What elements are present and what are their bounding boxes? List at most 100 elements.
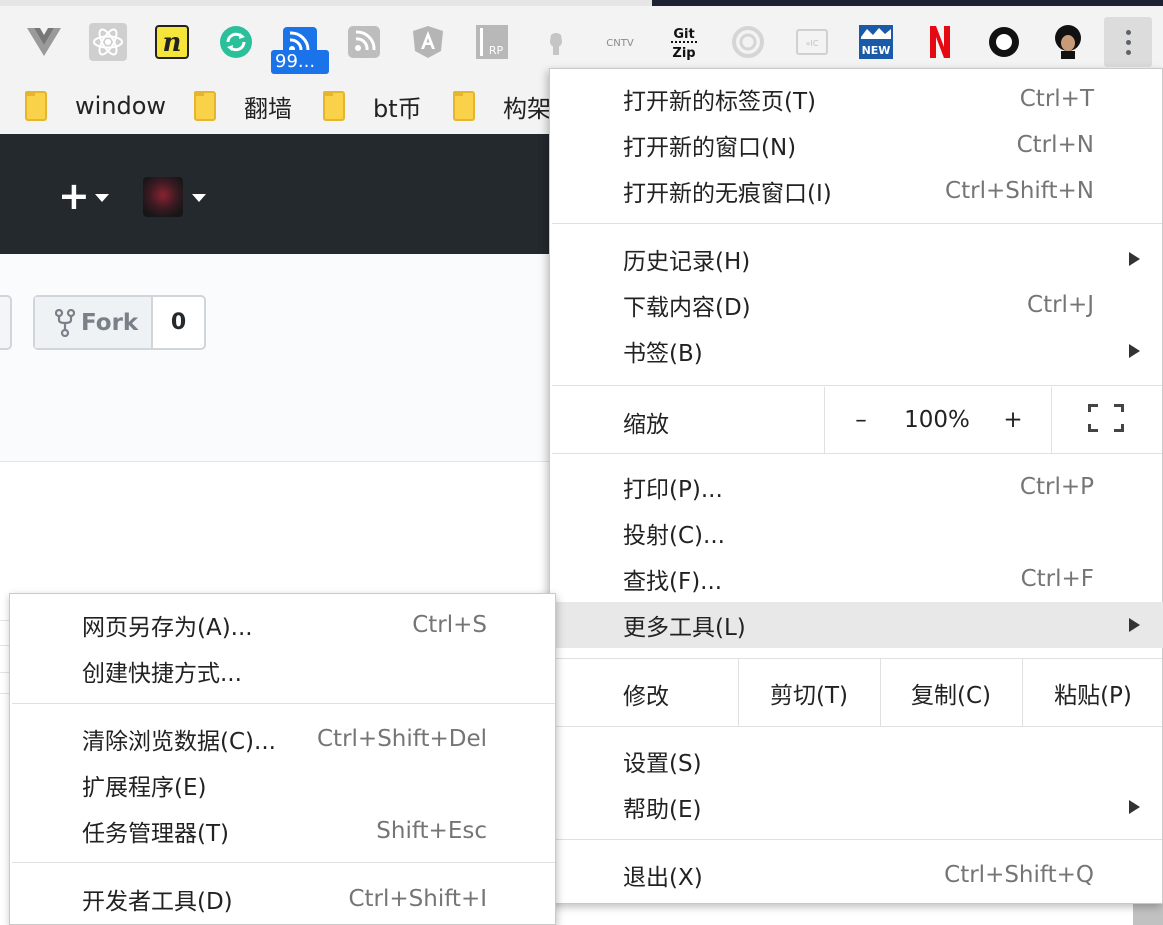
fork-count[interactable]: 0 [153, 297, 204, 348]
avatar-ext-icon[interactable] [1048, 22, 1088, 62]
zoom-level: 100% [904, 407, 970, 433]
bookmark-goujia[interactable]: 构架 [453, 91, 551, 123]
menu-item-shortcut: Ctrl+Shift+I [348, 886, 487, 912]
zoom-in-button[interactable]: + [992, 387, 1034, 453]
bookmark-btbi[interactable]: bt币 [323, 91, 422, 123]
menu-item-settings[interactable]: 设置(S) [550, 738, 1163, 784]
menu-item-print[interactable]: 打印(P)... Ctrl+P [550, 464, 1163, 510]
folder-icon [194, 91, 216, 121]
zoom-label: 缩放 [623, 412, 669, 438]
menu-item-shortcut: Ctrl+N [1016, 132, 1094, 158]
submenu-item-extensions[interactable]: 扩展程序(E) [10, 762, 557, 808]
menu-item-help[interactable]: 帮助(E) [550, 784, 1163, 830]
bookmark-label: 翻墙 [244, 94, 292, 123]
submenu-item-task-manager[interactable]: 任务管理器(T) Shift+Esc [10, 808, 557, 854]
fork-button[interactable]: Fork 0 [33, 295, 206, 350]
menu-dot [1125, 39, 1131, 45]
chrome-menu-button[interactable] [1104, 17, 1152, 67]
user-avatar[interactable] [143, 177, 183, 217]
scrollbar-thumb[interactable] [1133, 904, 1163, 925]
menu-separator [552, 223, 1162, 224]
folder-icon [323, 91, 345, 121]
menu-item-label: 打开新的标签页(T) [623, 89, 816, 115]
github-octocat-icon[interactable] [536, 22, 576, 62]
menu-item-shortcut: Ctrl+Shift+Q [944, 862, 1094, 888]
menu-item-more-tools[interactable]: 更多工具(L) [550, 602, 1163, 648]
menu-item-label: 扩展程序(E) [82, 775, 207, 801]
menu-item-shortcut: Ctrl+Shift+Del [317, 726, 487, 752]
svg-text:»IC: »IC [806, 39, 819, 48]
circle-icon[interactable] [984, 22, 1024, 62]
zoom-out-button[interactable]: – [840, 387, 882, 453]
create-new-plus-icon[interactable]: + [58, 176, 90, 216]
extension-badge: 99... [271, 50, 329, 74]
notion-n-icon[interactable]: n [152, 22, 192, 62]
menu-dot [1125, 49, 1131, 55]
menu-item-new-window[interactable]: 打开新的窗口(N) Ctrl+N [550, 122, 1163, 168]
submenu-item-dev-tools[interactable]: 开发者工具(D) Ctrl+Shift+I [10, 876, 557, 922]
angular-icon[interactable] [408, 22, 448, 62]
cntv-icon[interactable]: CNTV [600, 22, 640, 62]
star-button-edge[interactable] [0, 295, 12, 350]
fork-button-main[interactable]: Fork [35, 297, 153, 348]
submenu-item-create-shortcut[interactable]: 创建快捷方式... [10, 648, 557, 694]
menu-item-exit[interactable]: 退出(X) Ctrl+Shift+Q [550, 852, 1163, 898]
fullscreen-corner [1088, 404, 1098, 412]
caret-down-icon[interactable] [192, 194, 206, 202]
caret-down-icon[interactable] [95, 194, 109, 202]
menu-separator [12, 703, 555, 704]
new-badge-icon[interactable]: NEW [856, 22, 896, 62]
gitzip-icon[interactable]: Git Zip [664, 22, 704, 62]
cut-button[interactable]: 剪切(T) [739, 659, 879, 726]
menu-item-new-tab[interactable]: 打开新的标签页(T) Ctrl+T [550, 76, 1163, 122]
menu-item-label: 开发者工具(D) [82, 889, 233, 915]
svg-text:Zip: Zip [672, 46, 695, 60]
axure-rp-icon[interactable]: RP [472, 22, 512, 62]
submenu-item-clear-data[interactable]: 清除浏览数据(C)... Ctrl+Shift+Del [10, 716, 557, 762]
bookmark-fanqiang[interactable]: 翻墙 [194, 91, 292, 123]
menu-item-label: 打开新的窗口(N) [623, 135, 797, 161]
feed-reader-icon[interactable] [344, 22, 384, 62]
menu-item-find[interactable]: 查找(F)... Ctrl+F [550, 556, 1163, 602]
submenu-item-save-page[interactable]: 网页另存为(A)... Ctrl+S [10, 602, 557, 648]
spinner-icon[interactable] [728, 22, 768, 62]
menu-separator [552, 453, 1162, 454]
react-devtools-icon[interactable] [88, 22, 128, 62]
menu-item-downloads[interactable]: 下载内容(D) Ctrl+J [550, 282, 1163, 328]
menu-item-shortcut: Ctrl+F [1020, 566, 1094, 592]
bookmark-label: bt币 [373, 94, 422, 123]
menu-item-label: 任务管理器(T) [82, 821, 229, 847]
menu-separator [552, 726, 1162, 727]
menu-item-label: 更多工具(L) [623, 615, 746, 641]
bookmark-window[interactable]: window [25, 91, 166, 121]
edit-label: 修改 [623, 684, 669, 710]
menu-item-label: 退出(X) [623, 865, 703, 891]
svg-text:CNTV: CNTV [606, 38, 634, 49]
menu-separator [12, 862, 555, 863]
menu-item-label: 打印(P)... [623, 477, 723, 503]
chrome-main-menu: 打开新的标签页(T) Ctrl+T 打开新的窗口(N) Ctrl+N 打开新的无痕窗… [549, 68, 1163, 904]
svg-text:NEW: NEW [862, 44, 891, 57]
copy-button[interactable]: 复制(C) [881, 659, 1021, 726]
menu-item-cast[interactable]: 投射(C)... [550, 510, 1163, 556]
netflix-icon[interactable] [920, 22, 960, 62]
submenu-arrow-icon [1129, 800, 1140, 814]
fullscreen-corner [1088, 424, 1098, 432]
vue-devtools-icon[interactable] [24, 22, 64, 62]
menu-item-label: 网页另存为(A)... [82, 615, 253, 641]
menu-item-bookmarks[interactable]: 书签(B) [550, 328, 1163, 374]
picture-in-picture-icon[interactable]: »IC [792, 22, 832, 62]
svg-text:n: n [163, 28, 182, 58]
sync-icon[interactable] [216, 22, 256, 62]
fullscreen-corner [1114, 424, 1124, 432]
menu-item-new-incognito[interactable]: 打开新的无痕窗口(I) Ctrl+Shift+N [550, 168, 1163, 214]
menu-separator [552, 839, 1162, 840]
menu-item-history[interactable]: 历史记录(H) [550, 236, 1163, 282]
divider [824, 387, 825, 453]
svg-text:RP: RP [489, 44, 504, 57]
menu-item-label: 书签(B) [623, 341, 703, 367]
menu-item-shortcut: Shift+Esc [376, 818, 487, 844]
paste-button[interactable]: 粘贴(P) [1023, 659, 1163, 726]
fullscreen-icon[interactable] [1088, 404, 1124, 432]
menu-item-label: 下载内容(D) [623, 295, 751, 321]
